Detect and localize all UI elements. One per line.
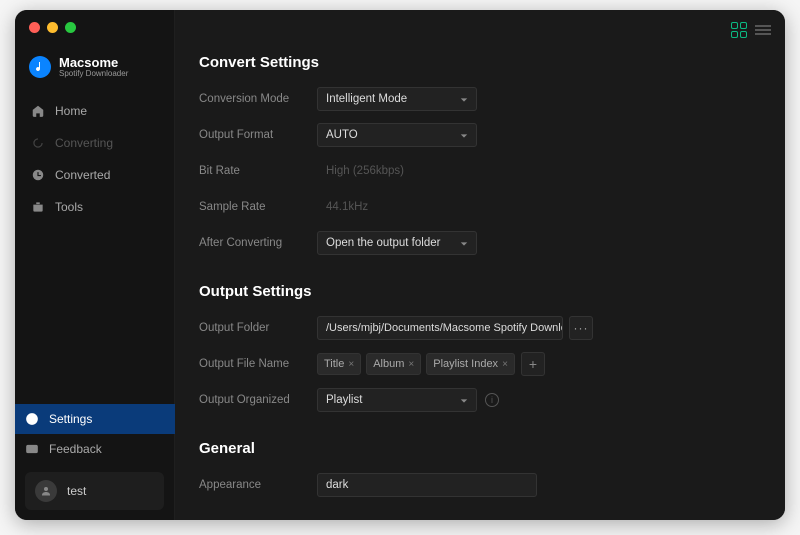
minimize-window[interactable] <box>47 22 58 33</box>
sample-rate-select: 44.1kHz <box>317 195 477 219</box>
gear-icon <box>25 412 39 426</box>
row-output-format: Output Format AUTO <box>199 123 761 147</box>
remove-tag-icon[interactable]: × <box>502 359 508 370</box>
tag-title[interactable]: Title × <box>317 353 361 375</box>
sidebar: Macsome Spotify Downloader Home Converti… <box>15 10 175 520</box>
sidebar-item-label: Converting <box>55 136 113 150</box>
row-label: Appearance <box>199 479 317 491</box>
row-label: Output Organized <box>199 394 317 406</box>
browse-button[interactable]: ··· <box>569 316 593 340</box>
section-title: Convert Settings <box>199 54 761 71</box>
row-label: Conversion Mode <box>199 93 317 105</box>
sidebar-bottom: Settings Feedback test <box>15 404 174 520</box>
select-value: 44.1kHz <box>326 201 368 213</box>
sidebar-item-converting[interactable]: Converting <box>21 128 168 158</box>
grid-view-icon[interactable] <box>731 22 747 38</box>
select-value: dark <box>326 479 348 491</box>
chevron-down-icon <box>460 239 468 247</box>
input-value: /Users/mjbj/Documents/Macsome Spotify Do… <box>326 322 563 334</box>
header-right-icons <box>731 22 771 38</box>
select-value: Intelligent Mode <box>326 93 407 105</box>
brand-name: Macsome <box>59 56 128 69</box>
user-card[interactable]: test <box>25 472 164 510</box>
tag-label: Title <box>324 358 344 370</box>
ellipsis-icon: ··· <box>574 321 589 335</box>
user-name: test <box>67 484 86 498</box>
row-label: Bit Rate <box>199 165 317 177</box>
convert-settings-section: Convert Settings Conversion Mode Intelli… <box>199 54 761 255</box>
brand: Macsome Spotify Downloader <box>15 48 174 96</box>
hamburger-menu-icon[interactable] <box>755 22 771 38</box>
remove-tag-icon[interactable]: × <box>348 359 354 370</box>
main-content: Convert Settings Conversion Mode Intelli… <box>175 10 785 520</box>
row-bit-rate: Bit Rate High (256kbps) <box>199 159 761 183</box>
select-value: Open the output folder <box>326 237 440 249</box>
tag-playlist-index[interactable]: Playlist Index × <box>426 353 515 375</box>
spinner-icon <box>31 136 45 150</box>
sidebar-item-tools[interactable]: Tools <box>21 192 168 222</box>
info-icon[interactable]: i <box>485 393 499 407</box>
section-title: Output Settings <box>199 283 761 300</box>
tag-album[interactable]: Album × <box>366 353 421 375</box>
clock-icon <box>31 168 45 182</box>
row-label: Sample Rate <box>199 201 317 213</box>
row-conversion-mode: Conversion Mode Intelligent Mode <box>199 87 761 111</box>
tag-label: Album <box>373 358 404 370</box>
remove-tag-icon[interactable]: × <box>408 359 414 370</box>
close-window[interactable] <box>29 22 40 33</box>
row-label: After Converting <box>199 237 317 249</box>
sidebar-item-label: Home <box>55 104 87 118</box>
app-window: Macsome Spotify Downloader Home Converti… <box>15 10 785 520</box>
row-output-organized: Output Organized Playlist i <box>199 388 761 412</box>
output-organized-select[interactable]: Playlist <box>317 388 477 412</box>
brand-subtitle: Spotify Downloader <box>59 70 128 78</box>
sidebar-item-settings[interactable]: Settings <box>15 404 180 434</box>
conversion-mode-select[interactable]: Intelligent Mode <box>317 87 477 111</box>
select-value: AUTO <box>326 129 358 141</box>
chevron-down-icon <box>460 131 468 139</box>
tag-label: Playlist Index <box>433 358 498 370</box>
after-converting-select[interactable]: Open the output folder <box>317 231 477 255</box>
general-section: General Appearance dark <box>199 440 761 497</box>
row-output-folder: Output Folder /Users/mjbj/Documents/Macs… <box>199 316 761 340</box>
output-settings-section: Output Settings Output Folder /Users/mjb… <box>199 283 761 412</box>
window-controls <box>29 22 76 33</box>
mail-icon <box>25 442 39 456</box>
select-value: High (256kbps) <box>326 165 404 177</box>
sidebar-nav: Home Converting Converted Tools <box>15 96 174 222</box>
row-after-converting: After Converting Open the output folder <box>199 231 761 255</box>
sidebar-item-converted[interactable]: Converted <box>21 160 168 190</box>
sidebar-item-home[interactable]: Home <box>21 96 168 126</box>
add-tag-button[interactable]: + <box>521 352 545 376</box>
sidebar-item-label: Converted <box>55 168 110 182</box>
output-folder-input[interactable]: /Users/mjbj/Documents/Macsome Spotify Do… <box>317 316 563 340</box>
plus-icon: + <box>529 356 537 372</box>
toolbox-icon <box>31 200 45 214</box>
brand-logo-icon <box>29 56 51 78</box>
section-title: General <box>199 440 761 457</box>
filename-tags: Title × Album × Playlist Index × <box>317 353 515 375</box>
appearance-select[interactable]: dark <box>317 473 537 497</box>
row-label: Output Format <box>199 129 317 141</box>
chevron-down-icon <box>460 95 468 103</box>
chevron-down-icon <box>460 396 468 404</box>
row-appearance: Appearance dark <box>199 473 761 497</box>
sidebar-item-label: Settings <box>49 412 92 426</box>
output-format-select[interactable]: AUTO <box>317 123 477 147</box>
sidebar-item-label: Tools <box>55 200 83 214</box>
avatar <box>35 480 57 502</box>
sidebar-item-feedback[interactable]: Feedback <box>15 434 174 464</box>
row-sample-rate: Sample Rate 44.1kHz <box>199 195 761 219</box>
select-value: Playlist <box>326 394 362 406</box>
bit-rate-select: High (256kbps) <box>317 159 477 183</box>
row-label: Output File Name <box>199 358 317 370</box>
row-output-filename: Output File Name Title × Album × Playlis… <box>199 352 761 376</box>
sidebar-item-label: Feedback <box>49 442 102 456</box>
maximize-window[interactable] <box>65 22 76 33</box>
home-icon <box>31 104 45 118</box>
row-label: Output Folder <box>199 322 317 334</box>
